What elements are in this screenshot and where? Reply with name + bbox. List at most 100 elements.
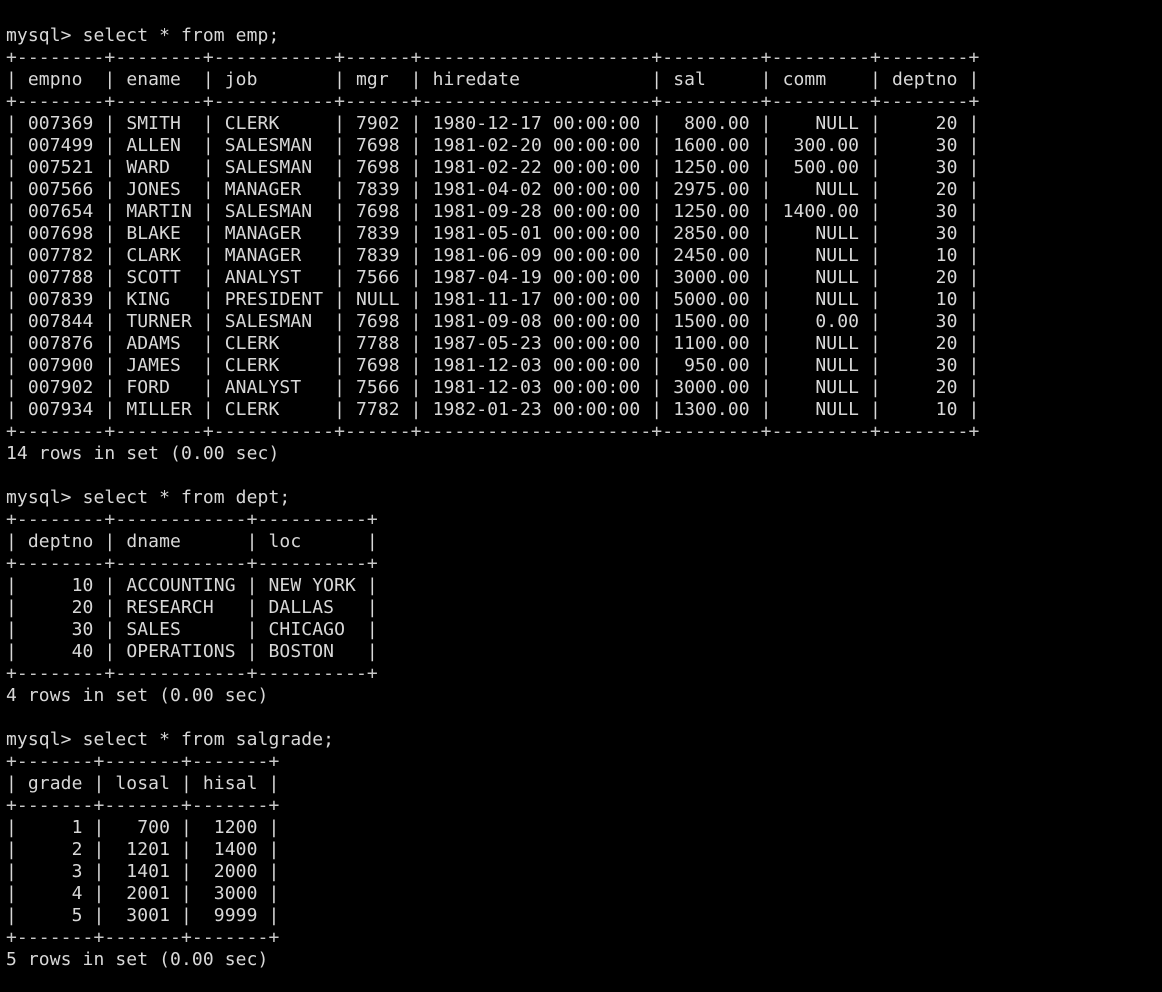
table-row: | 007788 | SCOTT | ANALYST | 7566 | 1987… xyxy=(6,267,980,288)
table-border: +--------+------------+----------+ xyxy=(6,553,378,574)
table-cell: PRESIDENT xyxy=(224,289,324,310)
mysql-prompt: mysql> xyxy=(6,729,72,750)
table-cell: 10 xyxy=(27,575,94,596)
table-cell: 1982-01-23 00:00:00 xyxy=(432,399,641,420)
table-cell: SMITH xyxy=(126,113,192,134)
table-cell: 1981-09-28 00:00:00 xyxy=(432,201,641,222)
table-border: +--------+------------+----------+ xyxy=(6,663,378,684)
table-row: | 1 | 700 | 1200 | xyxy=(6,817,280,838)
table-row: | 007902 | FORD | ANALYST | 7566 | 1981-… xyxy=(6,377,980,398)
table-cell: 1250.00 xyxy=(673,157,750,178)
table-cell: 30 xyxy=(891,355,958,376)
table-cell: 30 xyxy=(891,157,958,178)
table-cell: 1400.00 xyxy=(782,201,860,222)
table-cell: SALESMAN xyxy=(224,135,324,156)
table-cell: 2 xyxy=(27,839,83,860)
table-cell: 7566 xyxy=(356,377,400,398)
table-cell: MANAGER xyxy=(224,179,324,200)
table-cell: OPERATIONS xyxy=(126,641,236,662)
table-cell: 1981-12-03 00:00:00 xyxy=(432,355,641,376)
column-header: grade xyxy=(27,773,83,794)
sql-command: select * from emp; xyxy=(82,25,280,46)
table-header-row: | empno | ename | job | mgr | hiredate |… xyxy=(6,69,980,90)
table-cell: BLAKE xyxy=(126,223,192,244)
table-cell: NULL xyxy=(782,267,860,288)
table-cell: 7566 xyxy=(356,267,400,288)
table-cell: 007698 xyxy=(27,223,94,244)
table-row: | 007654 | MARTIN | SALESMAN | 7698 | 19… xyxy=(6,201,980,222)
table-cell: SALES xyxy=(126,619,236,640)
table-cell: 007934 xyxy=(27,399,94,420)
column-header: deptno xyxy=(891,69,958,90)
table-cell: 1981-11-17 00:00:00 xyxy=(432,289,641,310)
table-cell: NULL xyxy=(782,377,860,398)
table-cell: 2001 xyxy=(115,883,171,904)
table-cell: 5000.00 xyxy=(673,289,750,310)
table-cell: 3000.00 xyxy=(673,267,750,288)
table-cell: 10 xyxy=(891,245,958,266)
table-cell: NULL xyxy=(782,223,860,244)
table-cell: 1400 xyxy=(202,839,258,860)
table-cell: 7839 xyxy=(356,179,400,200)
table-cell: 1981-04-02 00:00:00 xyxy=(432,179,641,200)
table-row: | 007521 | WARD | SALESMAN | 7698 | 1981… xyxy=(6,157,980,178)
table-cell: ADAMS xyxy=(126,333,192,354)
table-row: | 007566 | JONES | MANAGER | 7839 | 1981… xyxy=(6,179,980,200)
table-cell: 20 xyxy=(891,113,958,134)
column-header: hisal xyxy=(202,773,258,794)
result-summary: 4 rows in set (0.00 sec) xyxy=(6,685,269,706)
column-header: deptno xyxy=(27,531,94,552)
table-cell: 1980-12-17 00:00:00 xyxy=(432,113,641,134)
table-border: +--------+--------+-----------+------+--… xyxy=(6,421,980,442)
table-cell: MANAGER xyxy=(224,245,324,266)
table-cell: NEW YORK xyxy=(268,575,356,596)
command-line: mysql> select * from dept; xyxy=(6,487,979,509)
table-row: | 2 | 1201 | 1400 | xyxy=(6,839,280,860)
table-cell: 007788 xyxy=(27,267,94,288)
table-row: | 20 | RESEARCH | DALLAS | xyxy=(6,597,378,618)
table-cell: 007839 xyxy=(27,289,94,310)
sql-command: select * from dept; xyxy=(82,487,291,508)
table-cell: 20 xyxy=(891,179,958,200)
table-cell: SALESMAN xyxy=(224,311,324,332)
table-cell: 7698 xyxy=(356,157,400,178)
table-cell: TURNER xyxy=(126,311,192,332)
table-cell: MILLER xyxy=(126,399,192,420)
table-row: | 30 | SALES | CHICAGO | xyxy=(6,619,378,640)
table-cell: CHICAGO xyxy=(268,619,356,640)
table-border: +-------+-------+-------+ xyxy=(6,751,280,772)
table-cell: 007902 xyxy=(27,377,94,398)
terminal-window[interactable]: mysql> select * from emp; +--------+-----… xyxy=(6,25,979,971)
table-cell: JONES xyxy=(126,179,192,200)
table-cell: 7698 xyxy=(356,201,400,222)
table-border: +-------+-------+-------+ xyxy=(6,927,280,948)
table-cell: 3001 xyxy=(115,905,171,926)
table-cell: 3000 xyxy=(202,883,258,904)
table-cell: 1981-12-03 00:00:00 xyxy=(432,377,641,398)
table-cell: 007782 xyxy=(27,245,94,266)
table-cell: ALLEN xyxy=(126,135,192,156)
table-cell: 1500.00 xyxy=(673,311,750,332)
table-cell: NULL xyxy=(356,289,400,310)
table-cell: 3000.00 xyxy=(673,377,750,398)
table-cell: 1987-05-23 00:00:00 xyxy=(432,333,641,354)
table-cell: CLERK xyxy=(224,399,324,420)
table-cell: 7698 xyxy=(356,311,400,332)
table-cell: NULL xyxy=(782,289,860,310)
table-cell: ANALYST xyxy=(224,267,324,288)
table-cell: 7839 xyxy=(356,245,400,266)
table-cell: 1981-02-20 00:00:00 xyxy=(432,135,641,156)
table-row: | 007782 | CLARK | MANAGER | 7839 | 1981… xyxy=(6,245,980,266)
table-cell: CLERK xyxy=(224,113,324,134)
column-header: sal xyxy=(673,69,750,90)
table-cell: RESEARCH xyxy=(126,597,236,618)
table-cell: CLERK xyxy=(224,355,324,376)
table-cell: JAMES xyxy=(126,355,192,376)
table-cell: ANALYST xyxy=(224,377,324,398)
table-cell: 1300.00 xyxy=(673,399,750,420)
table-cell: 30 xyxy=(891,135,958,156)
table-cell: WARD xyxy=(126,157,192,178)
column-header: loc xyxy=(268,531,356,552)
table-cell: 1981-05-01 00:00:00 xyxy=(432,223,641,244)
